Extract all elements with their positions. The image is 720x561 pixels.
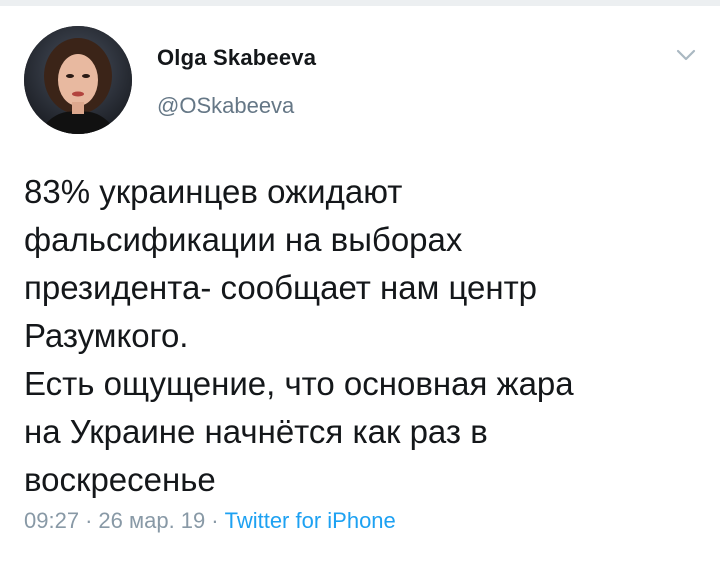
tweet-text-line: президента- сообщает нам центр [24, 269, 538, 306]
tweet-text-line: на Украине начнётся как раз в [24, 413, 488, 450]
tweet-meta: 09:27 · 26 мар. 19 · Twitter for iPhone [24, 508, 396, 534]
tweet-text-line: воскресенье [24, 461, 216, 498]
tweet-text-line: фальсификации на выборах [24, 221, 463, 258]
display-name[interactable]: Olga Skabeeva [157, 45, 316, 71]
chevron-down-icon[interactable] [674, 44, 698, 66]
avatar[interactable] [24, 26, 132, 134]
meta-separator: · [85, 508, 93, 533]
meta-separator: · [211, 508, 219, 533]
tweet-text-line: Есть ощущение, что основная жара [24, 365, 574, 402]
tweet-text-line: Разумкого. [24, 317, 189, 354]
top-divider [0, 0, 720, 6]
profile-photo-icon [24, 26, 132, 134]
tweet-text-line: 83% украинцев ожидают [24, 173, 403, 210]
tweet-source-link[interactable]: Twitter for iPhone [225, 508, 396, 533]
tweet-time[interactable]: 09:27 [24, 508, 79, 533]
handle[interactable]: @OSkabeeva [157, 93, 294, 119]
tweet-date[interactable]: 26 мар. 19 [98, 508, 205, 533]
tweet-text: 83% украинцев ожидают фальсификации на в… [24, 168, 704, 504]
